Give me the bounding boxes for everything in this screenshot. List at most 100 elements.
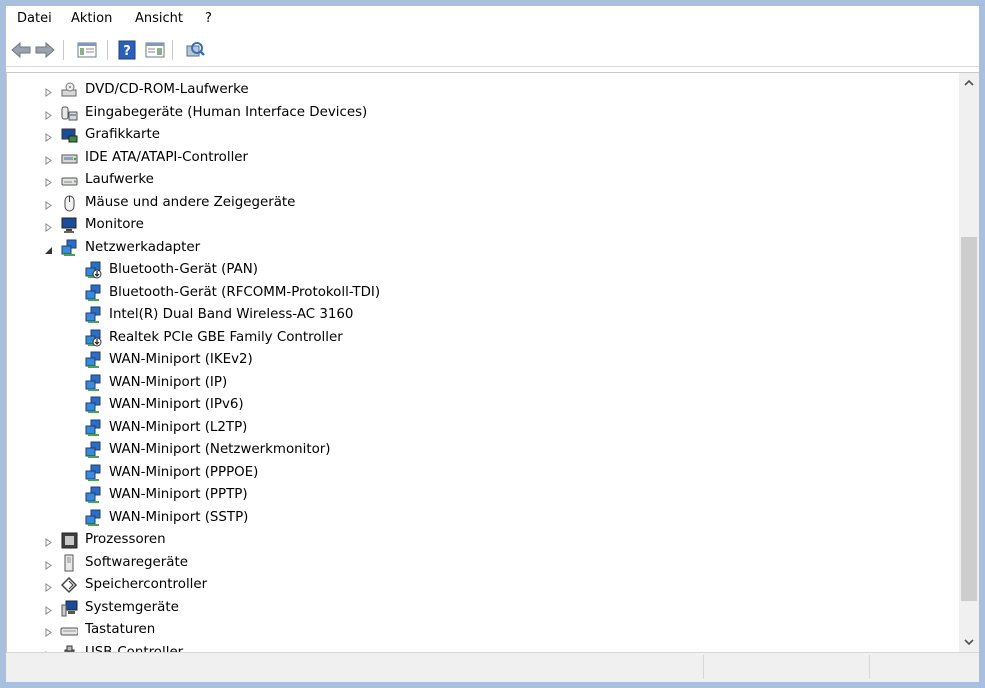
system-device-icon [60, 599, 78, 617]
tree-item-label: WAN-Miniport (IPv6) [109, 397, 244, 412]
toolbar: ? [6, 34, 979, 67]
tree-item-label: Bluetooth-Gerät (PAN) [109, 262, 259, 277]
tree-item[interactable]: Prozessoren [7, 529, 957, 551]
collapsed-arrow-icon[interactable] [45, 604, 52, 615]
menu-bar: Datei Aktion Ansicht ? [6, 6, 979, 33]
tree-item-label: WAN-Miniport (IP) [109, 374, 228, 390]
collapsed-arrow-icon[interactable] [45, 626, 52, 637]
usb-controller-icon [60, 644, 78, 652]
console-tree-icon[interactable] [76, 39, 98, 61]
expanded-arrow-icon[interactable] [45, 244, 52, 254]
collapsed-arrow-icon[interactable] [45, 86, 52, 97]
tree-item[interactable]: USB-Controller [7, 642, 957, 653]
chevron-up-icon [964, 79, 974, 86]
network-adapter-icon [84, 284, 102, 302]
tree-item-label: DVD/CD-ROM-Laufwerke [85, 82, 249, 97]
collapsed-arrow-icon[interactable] [45, 221, 52, 232]
arrow-right-icon[interactable] [34, 39, 56, 61]
collapsed-arrow-icon[interactable] [45, 176, 52, 187]
network-adapter-icon [60, 239, 78, 257]
display-adapter-icon [60, 126, 78, 144]
scan-hardware-icon[interactable] [184, 39, 206, 61]
tree-item[interactable]: Grafikkarte [7, 124, 957, 146]
tree-item[interactable]: WAN-Miniport (PPTP) [7, 484, 957, 506]
processor-icon [60, 531, 78, 549]
network-adapter-icon [84, 464, 102, 482]
tree-item[interactable]: WAN-Miniport (PPPOE) [7, 462, 957, 484]
network-adapter-icon [84, 374, 102, 392]
tree-item-label: Mäuse und andere Zeigegeräte [85, 194, 296, 210]
network-adapter-icon [84, 396, 102, 414]
tree-item-label: WAN-Miniport (Netzwerkmonitor) [109, 442, 331, 457]
tree-item-label: Realtek PCIe GBE Family Controller [109, 329, 343, 345]
tree-item[interactable]: Eingabegeräte (Human Interface Devices) [7, 102, 957, 124]
collapsed-arrow-icon[interactable] [45, 559, 52, 570]
tree-item[interactable]: Laufwerke [7, 169, 957, 191]
properties-pane-icon[interactable] [144, 39, 166, 61]
tree-item-label: WAN-Miniport (SSTP) [109, 509, 249, 525]
tree-item-label: Monitore [85, 217, 144, 232]
tree-item[interactable]: Monitore [7, 214, 957, 236]
tree-item[interactable]: Intel(R) Dual Band Wireless-AC 3160 [7, 304, 957, 326]
collapsed-arrow-icon[interactable] [45, 199, 52, 210]
tree-item-label: IDE ATA/ATAPI-Controller [85, 149, 249, 165]
tree-item[interactable]: Speichercontroller [7, 574, 957, 596]
ide-controller-icon [60, 149, 78, 167]
tree-item-label: USB-Controller [85, 644, 184, 653]
network-adapter-icon [84, 509, 102, 527]
device-tree: DVD/CD-ROM-Laufwerke Eingabegeräte (Human… [7, 73, 957, 652]
tree-item-label: WAN-Miniport (PPTP) [109, 487, 248, 502]
tree-item[interactable]: IDE ATA/ATAPI-Controller [7, 147, 957, 169]
menu-aktion[interactable]: Aktion [71, 11, 112, 26]
collapsed-arrow-icon[interactable] [45, 536, 52, 547]
scroll-thumb[interactable] [961, 237, 977, 601]
tree-item-label: Eingabegeräte (Human Interface Devices) [85, 104, 368, 120]
tree-item[interactable]: WAN-Miniport (IP) [7, 372, 957, 394]
tree-item-label: Bluetooth-Gerät (RFCOMM-Protokoll-TDI) [109, 284, 381, 300]
collapsed-arrow-icon[interactable] [45, 581, 52, 592]
tree-item[interactable]: Tastaturen [7, 619, 957, 641]
scroll-down-button[interactable] [959, 632, 979, 652]
menu-help[interactable]: ? [205, 11, 212, 26]
tree-item-label: WAN-Miniport (L2TP) [109, 419, 248, 435]
tree-item[interactable]: WAN-Miniport (SSTP) [7, 507, 957, 529]
storage-controller-icon [60, 576, 78, 594]
status-bar [6, 652, 979, 682]
vertical-scrollbar[interactable] [959, 73, 979, 652]
tree-item[interactable]: WAN-Miniport (IPv6) [7, 394, 957, 416]
network-adapter-down-icon [84, 329, 102, 347]
tree-item[interactable]: Bluetooth-Gerät (RFCOMM-Protokoll-TDI) [7, 282, 957, 304]
network-adapter-icon [84, 441, 102, 459]
keyboard-icon [60, 621, 79, 639]
menu-ansicht[interactable]: Ansicht [135, 11, 183, 26]
tree-item[interactable]: Systemgeräte [7, 597, 957, 619]
scroll-up-button[interactable] [959, 73, 979, 93]
tree-item[interactable]: DVD/CD-ROM-Laufwerke [7, 79, 957, 101]
tree-item-label: Systemgeräte [85, 599, 179, 615]
software-device-icon [60, 554, 78, 572]
network-adapter-icon [84, 486, 102, 504]
menu-datei[interactable]: Datei [17, 11, 52, 26]
tree-item-label: Netzwerkadapter [85, 239, 201, 255]
tree-item-label: Softwaregeräte [85, 554, 188, 570]
chevron-down-icon [964, 639, 974, 646]
arrow-left-icon[interactable] [10, 39, 32, 61]
tree-item[interactable]: Bluetooth-Gerät (PAN) [7, 259, 957, 281]
help-icon[interactable]: ? [116, 39, 138, 61]
tree-item[interactable]: Realtek PCIe GBE Family Controller [7, 327, 957, 349]
tree-item-label: Grafikkarte [85, 127, 160, 142]
collapsed-arrow-icon[interactable] [45, 109, 52, 120]
tree-item-label: Prozessoren [85, 532, 166, 547]
collapsed-arrow-icon[interactable] [45, 154, 52, 165]
tree-item[interactable]: WAN-Miniport (Netzwerkmonitor) [7, 439, 957, 461]
device-manager-window: Datei Aktion Ansicht ? ? DVD/CD-ROM-Lauf… [6, 6, 979, 682]
network-adapter-icon [84, 419, 102, 437]
tree-item[interactable]: Netzwerkadapter [7, 237, 957, 259]
collapsed-arrow-icon[interactable] [45, 131, 52, 142]
dvd-drive-icon [60, 81, 78, 99]
tree-item[interactable]: Mäuse und andere Zeigegeräte [7, 192, 957, 214]
tree-item[interactable]: WAN-Miniport (L2TP) [7, 417, 957, 439]
tree-item[interactable]: WAN-Miniport (IKEv2) [7, 349, 957, 371]
network-adapter-icon [84, 351, 102, 369]
tree-item[interactable]: Softwaregeräte [7, 552, 957, 574]
